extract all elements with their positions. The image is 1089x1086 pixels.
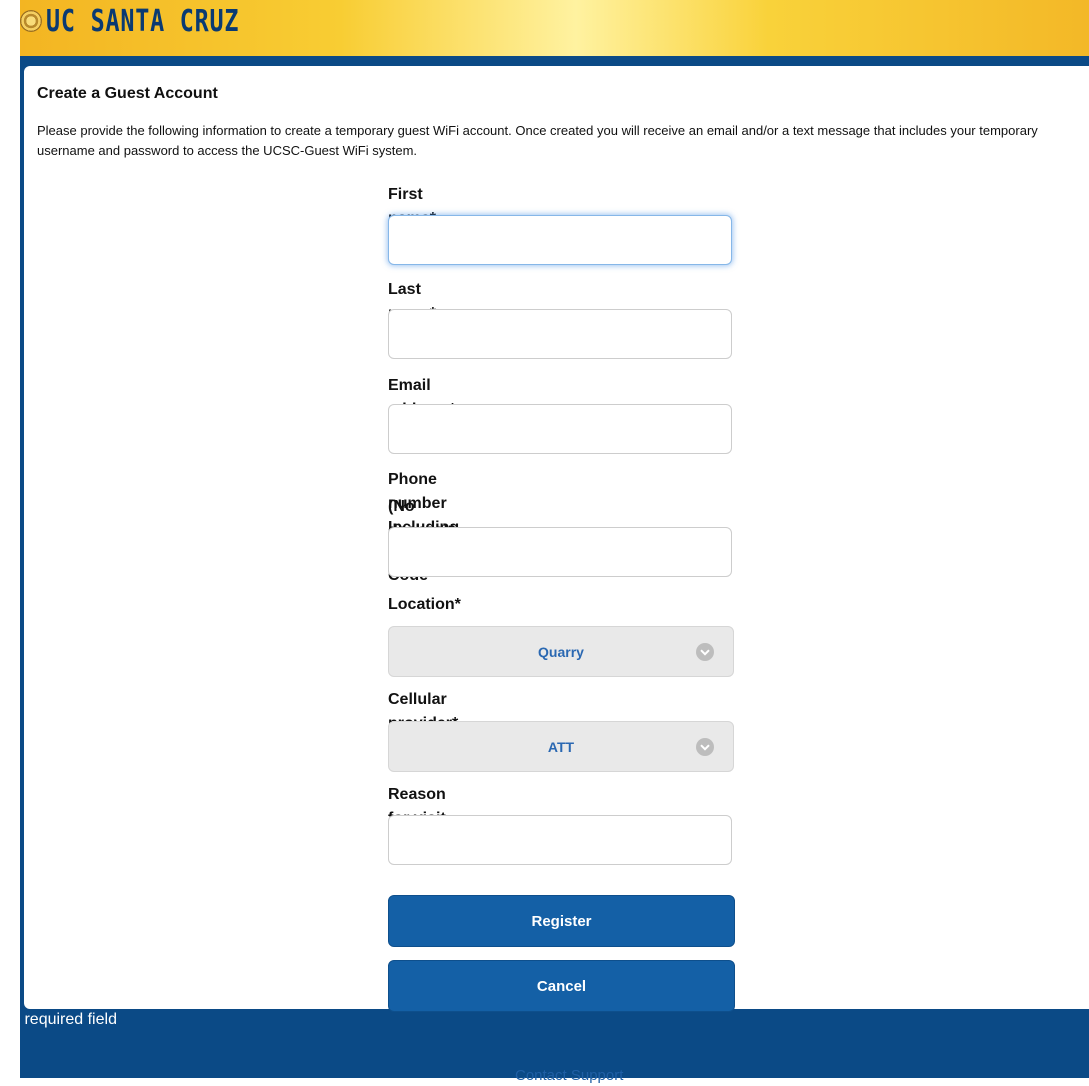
chevron-down-icon xyxy=(696,643,714,661)
logo-text: UC SANTA CRUZ xyxy=(46,4,240,39)
main-content: Create a Guest Account Please provide th… xyxy=(24,66,1089,1012)
page-title: Create a Guest Account xyxy=(37,85,218,102)
cancel-button[interactable]: Cancel xyxy=(388,960,735,1012)
first-name-input[interactable] xyxy=(388,215,732,265)
contact-support-link[interactable]: Contact Support xyxy=(515,1066,623,1086)
phone-input[interactable] xyxy=(388,527,732,577)
provider-value: ATT xyxy=(547,738,575,755)
location-value: Quarry xyxy=(538,643,584,660)
page-frame: UC SANTA CRUZ Create a Guest Account Ple… xyxy=(20,0,1089,1084)
required-field-note: * = required field xyxy=(0,1011,117,1028)
location-select[interactable]: Quarry xyxy=(388,626,734,677)
header-banner: UC SANTA CRUZ xyxy=(20,0,1089,56)
seal-icon xyxy=(20,10,42,32)
provider-select[interactable]: ATT xyxy=(388,721,734,772)
chevron-down-icon xyxy=(696,738,714,756)
location-label: Location* xyxy=(388,596,461,613)
register-button[interactable]: Register xyxy=(388,895,735,947)
email-input[interactable] xyxy=(388,404,732,454)
page-description: Please provide the following information… xyxy=(37,123,1038,158)
last-name-input[interactable] xyxy=(388,309,732,359)
reason-input[interactable] xyxy=(388,815,732,865)
